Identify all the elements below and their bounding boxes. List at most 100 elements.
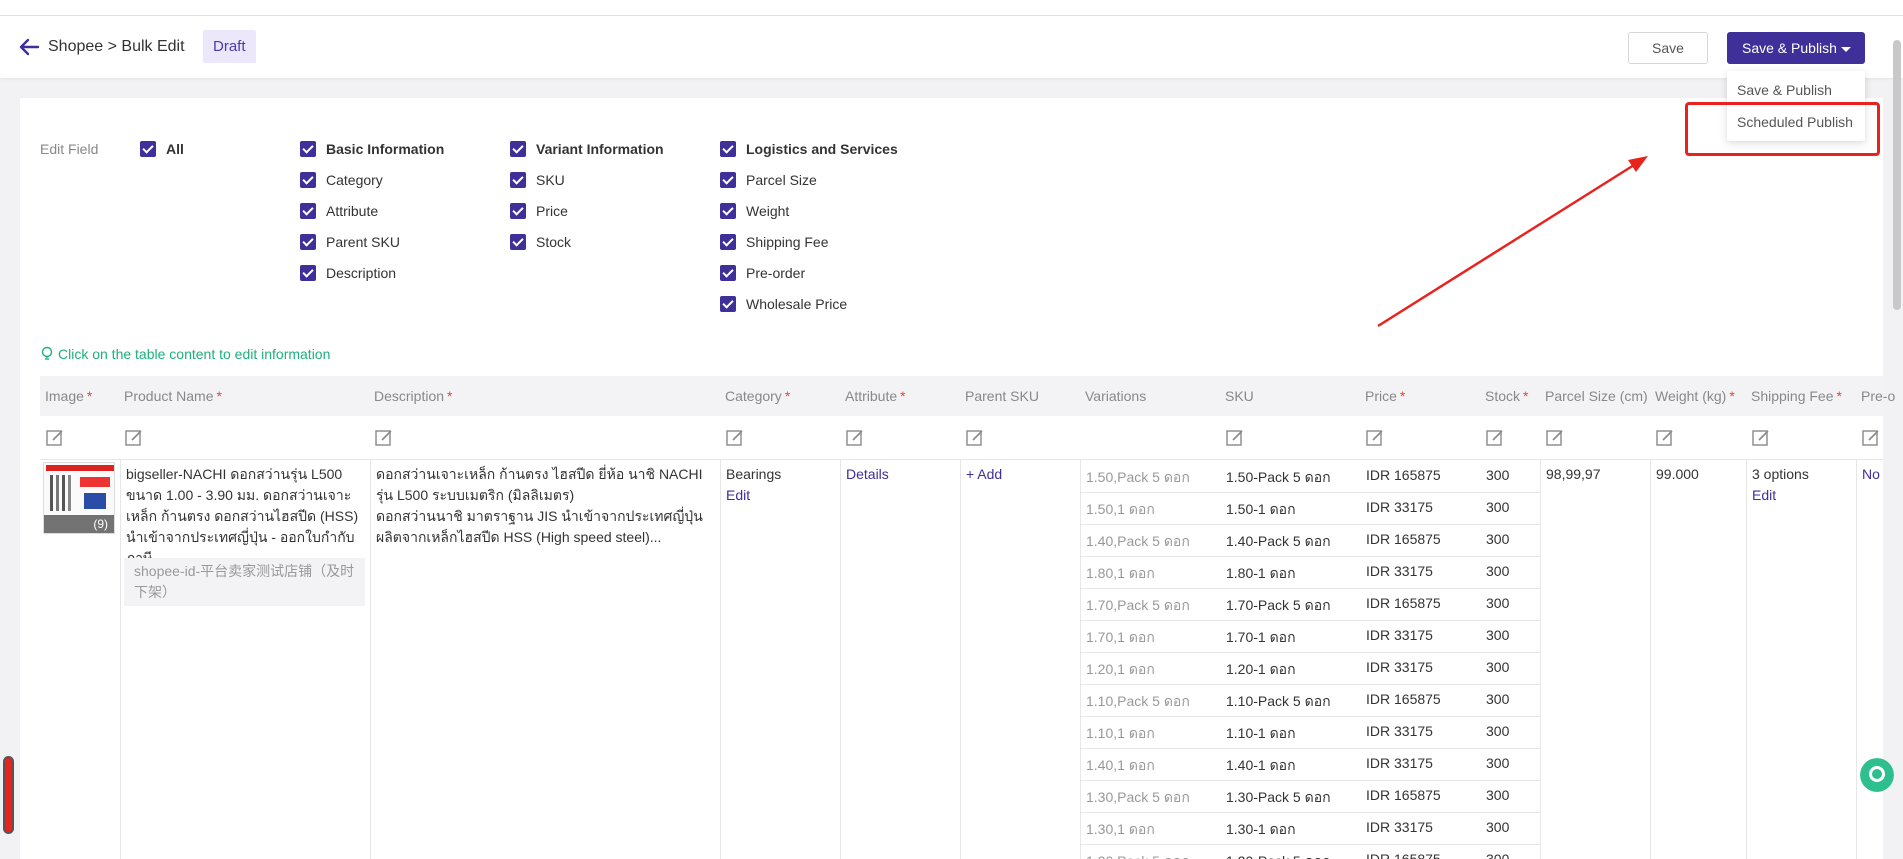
sku-cell[interactable]: 1.80-1 ดอก <box>1226 563 1296 585</box>
stock-cell[interactable]: 300 <box>1486 531 1509 547</box>
side-drag-handle[interactable] <box>3 756 14 834</box>
sku-cell[interactable]: 1.40-1 ดอก <box>1226 755 1296 777</box>
sku-cell[interactable]: 1.50-1 ดอก <box>1226 499 1296 521</box>
parent-sku-add-link[interactable]: + Add <box>966 464 1002 485</box>
price-cell[interactable]: IDR 165875 <box>1366 851 1441 859</box>
store-name: shopee-id-平台卖家测试店铺（及时下架） <box>124 558 365 606</box>
stock-cell[interactable]: 300 <box>1486 467 1509 483</box>
edit-icon[interactable] <box>965 428 985 448</box>
edit-icon[interactable] <box>124 428 144 448</box>
checkbox-checked-icon <box>510 203 526 219</box>
checkbox-weight[interactable]: Weight <box>720 203 789 219</box>
edit-icon[interactable] <box>1751 428 1771 448</box>
edit-icon[interactable] <box>1545 428 1565 448</box>
price-cell[interactable]: IDR 33175 <box>1366 563 1433 579</box>
checkbox-logistics-services[interactable]: Logistics and Services <box>720 141 898 157</box>
price-cell[interactable]: IDR 165875 <box>1366 531 1441 547</box>
edit-icon[interactable] <box>1655 428 1675 448</box>
attribute-details-link[interactable]: Details <box>846 464 889 485</box>
edit-icon[interactable] <box>845 428 865 448</box>
checkbox-checked-icon <box>300 234 316 250</box>
stock-cell[interactable]: 300 <box>1486 659 1509 675</box>
save-button[interactable]: Save <box>1628 32 1708 64</box>
edit-icon[interactable] <box>45 428 65 448</box>
stock-cell[interactable]: 300 <box>1486 723 1509 739</box>
checkbox-checked-icon <box>720 296 736 312</box>
checkbox-basic-information[interactable]: Basic Information <box>300 141 444 157</box>
sku-cell[interactable]: 1.70-1 ดอก <box>1226 627 1296 649</box>
checkbox-stock[interactable]: Stock <box>510 234 571 250</box>
row-divider <box>1080 524 1540 525</box>
annotation-highlight-box <box>1685 102 1880 156</box>
stock-cell[interactable]: 300 <box>1486 787 1509 803</box>
checkbox-wholesale-price[interactable]: Wholesale Price <box>720 296 847 312</box>
edit-icon[interactable] <box>1365 428 1385 448</box>
col-shipping-fee: Shipping Fee * <box>1751 388 1842 404</box>
edit-icon[interactable] <box>1225 428 1245 448</box>
sku-cell[interactable]: 1.10-Pack 5 ดอก <box>1226 691 1331 713</box>
checkbox-parent-sku[interactable]: Parent SKU <box>300 234 400 250</box>
sku-cell[interactable]: 1.20-Pack 5 ดอก <box>1226 851 1331 859</box>
checkbox-parcel-size[interactable]: Parcel Size <box>720 172 817 188</box>
price-cell[interactable]: IDR 165875 <box>1366 691 1441 707</box>
price-cell[interactable]: IDR 33175 <box>1366 723 1433 739</box>
annotation-arrow <box>1377 156 1648 328</box>
checkbox-pre-order[interactable]: Pre-order <box>720 265 805 281</box>
stock-cell[interactable]: 300 <box>1486 499 1509 515</box>
col-stock: Stock * <box>1485 388 1529 404</box>
preorder-cell[interactable]: No <box>1862 464 1880 485</box>
sku-cell[interactable]: 1.10-1 ดอก <box>1226 723 1296 745</box>
stock-cell[interactable]: 300 <box>1486 563 1509 579</box>
stock-cell[interactable]: 300 <box>1486 595 1509 611</box>
checkbox-checked-icon <box>510 172 526 188</box>
price-cell[interactable]: IDR 33175 <box>1366 659 1433 675</box>
sku-cell[interactable]: 1.30-1 ดอก <box>1226 819 1296 841</box>
price-cell[interactable]: IDR 33175 <box>1366 627 1433 643</box>
checkbox-variant-information[interactable]: Variant Information <box>510 141 664 157</box>
checkbox-sku[interactable]: SKU <box>510 172 565 188</box>
edit-icon[interactable] <box>374 428 394 448</box>
price-cell[interactable]: IDR 165875 <box>1366 467 1441 483</box>
stock-cell[interactable]: 300 <box>1486 627 1509 643</box>
checkbox-attribute[interactable]: Attribute <box>300 203 378 219</box>
price-cell[interactable]: IDR 165875 <box>1366 595 1441 611</box>
top-border <box>0 0 1903 16</box>
row-divider <box>1080 748 1540 749</box>
sku-cell[interactable]: 1.20-1 ดอก <box>1226 659 1296 681</box>
variation-cell: 1.40,Pack 5 ดอก <box>1086 533 1190 549</box>
product-name-cell[interactable]: bigseller-NACHI ดอกสว่านรุ่น L500 ขนาด 1… <box>126 464 366 569</box>
parcel-size-cell[interactable]: 98,99,97 <box>1546 464 1601 485</box>
checkbox-shipping-fee[interactable]: Shipping Fee <box>720 234 829 250</box>
price-cell[interactable]: IDR 33175 <box>1366 819 1433 835</box>
weight-cell[interactable]: 99.000 <box>1656 464 1699 485</box>
shipping-edit-link[interactable]: Edit <box>1752 485 1776 506</box>
edit-icon[interactable] <box>725 428 745 448</box>
checkbox-all[interactable]: All <box>140 141 184 157</box>
price-cell[interactable]: IDR 33175 <box>1366 755 1433 771</box>
sku-cell[interactable]: 1.40-Pack 5 ดอก <box>1226 531 1331 553</box>
checkbox-category[interactable]: Category <box>300 172 383 188</box>
stock-cell[interactable]: 300 <box>1486 819 1509 835</box>
description-cell[interactable]: ดอกสว่านเจาะเหล็ก ก้านตรง ไฮสปีด ยี่ห้อ … <box>376 464 714 548</box>
checkbox-price[interactable]: Price <box>510 203 568 219</box>
category-edit-link[interactable]: Edit <box>726 485 750 506</box>
stock-cell[interactable]: 300 <box>1486 755 1509 771</box>
checkbox-description[interactable]: Description <box>300 265 396 281</box>
col-parent-sku: Parent SKU <box>965 388 1039 404</box>
price-cell[interactable]: IDR 165875 <box>1366 787 1441 803</box>
sku-cell[interactable]: 1.70-Pack 5 ดอก <box>1226 595 1331 617</box>
stock-cell[interactable]: 300 <box>1486 851 1509 859</box>
edit-icon[interactable] <box>1485 428 1505 448</box>
vertical-scrollbar[interactable] <box>1893 40 1901 310</box>
stock-cell[interactable]: 300 <box>1486 691 1509 707</box>
sku-cell[interactable]: 1.50-Pack 5 ดอก <box>1226 467 1331 489</box>
save-publish-button[interactable]: Save & Publish <box>1727 32 1865 64</box>
sku-cell[interactable]: 1.30-Pack 5 ดอก <box>1226 787 1331 809</box>
edit-icon[interactable] <box>1861 428 1881 448</box>
back-arrow-icon[interactable] <box>18 36 40 58</box>
product-thumbnail[interactable]: (9) <box>43 462 115 534</box>
price-cell[interactable]: IDR 33175 <box>1366 499 1433 515</box>
col-product-name: Product Name * <box>124 388 222 404</box>
variation-cell: 1.70,Pack 5 ดอก <box>1086 597 1190 613</box>
chat-icon[interactable] <box>1860 758 1894 792</box>
